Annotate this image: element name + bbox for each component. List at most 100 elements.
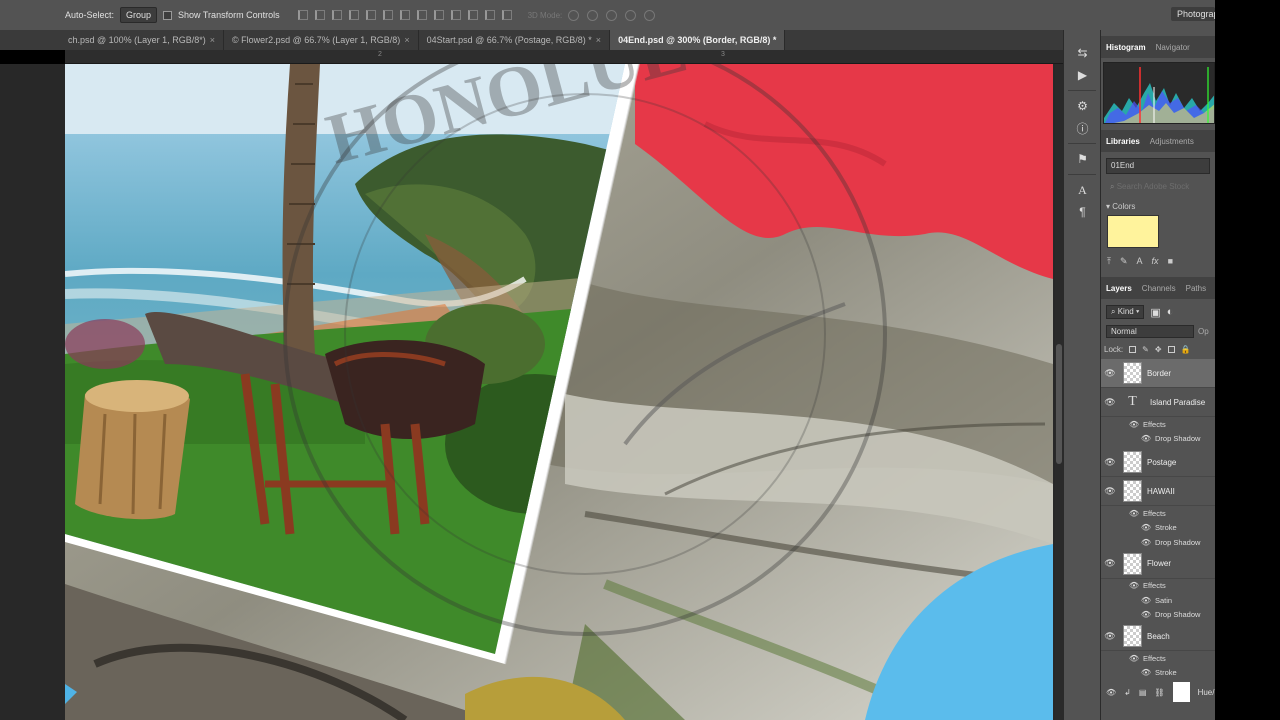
effects-row[interactable]: 👁 Effects [1101,579,1215,594]
layer-row-border[interactable]: 👁 Border [1101,359,1215,388]
tab-flower2[interactable]: © Flower2.psd @ 66.7% (Layer 1, RGB/8) × [224,30,419,50]
distribute-top-icon[interactable] [399,10,410,20]
tab-channels[interactable]: Channels [1142,284,1176,293]
paragraph-icon[interactable]: ¶ [1064,201,1101,223]
document-canvas[interactable]: HONOLULU · HAWAII [65,64,1053,720]
3d-slide-icon[interactable] [625,9,637,21]
visibility-eye-icon[interactable]: 👁 [1126,420,1139,429]
tab-04end[interactable]: 04End.psd @ 300% (Border, RGB/8) * [610,30,786,50]
visibility-eye-icon[interactable]: 👁 [1126,509,1139,518]
color-swatch[interactable] [1107,215,1159,248]
library-search-input[interactable]: ⌕ Search Adobe Stock [1106,180,1210,194]
vertical-scrollbar[interactable] [1055,64,1063,720]
text-style-icon[interactable]: A [1137,256,1143,267]
auto-align-icon[interactable] [501,10,512,20]
effects-row[interactable]: 👁 Effects [1101,417,1215,432]
add-color-icon[interactable]: ■ [1168,256,1173,267]
layer-row-hue-adjustment[interactable]: 👁 ↲ ▤ ⛓ Hue/ [1101,680,1215,704]
layer-row-flower[interactable]: 👁 Flower [1101,550,1215,579]
close-tab-icon[interactable]: × [596,35,601,45]
effect-item[interactable]: 👁 Drop Shadow [1101,535,1215,550]
effect-item[interactable]: 👁 Stroke [1101,666,1215,681]
layer-row-postage[interactable]: 👁 Postage [1101,448,1215,477]
visibility-eye-icon[interactable]: 👁 [1101,558,1119,569]
layer-row-hawaii[interactable]: 👁 HAWAII [1101,477,1215,506]
effect-item[interactable]: 👁 Satin [1101,593,1215,608]
add-content-icon[interactable]: ✎ [1120,256,1128,267]
tab-libraries[interactable]: Libraries [1106,137,1140,146]
tab-adjustments[interactable]: Adjustments [1150,137,1194,146]
distribute-vcenter-icon[interactable] [416,10,427,20]
character-icon[interactable]: A [1064,179,1101,201]
close-tab-icon[interactable]: × [404,35,409,45]
auto-select-dropdown[interactable]: Group [120,7,158,23]
3d-rotate-icon[interactable] [568,9,580,21]
visibility-eye-icon[interactable]: 👁 [1101,368,1119,379]
lock-transparent-icon[interactable] [1129,345,1137,353]
properties-icon[interactable]: ⚙ [1064,95,1101,117]
visibility-eye-icon[interactable]: 👁 [1138,610,1151,619]
effect-item[interactable]: 👁 Drop Shadow [1101,432,1215,447]
visibility-eye-icon[interactable]: 👁 [1101,486,1119,497]
canvas-area[interactable]: HONOLULU · HAWAII [0,64,1063,720]
distribute-right-icon[interactable] [484,10,495,20]
effects-row[interactable]: 👁 Effects [1101,506,1215,521]
visibility-eye-icon[interactable]: 👁 [1126,581,1139,590]
visibility-eye-icon[interactable]: 👁 [1101,631,1119,642]
visibility-eye-icon[interactable]: 👁 [1138,596,1151,605]
visibility-eye-icon[interactable]: 👁 [1101,397,1119,408]
scrollbar-thumb[interactable] [1056,344,1062,464]
layer-row-beach[interactable]: 👁 Beach [1101,622,1215,651]
visibility-eye-icon[interactable]: 👁 [1138,523,1151,532]
lock-all-icon[interactable]: 🔒 [1181,345,1191,354]
tab-layers[interactable]: Layers [1106,284,1132,293]
effect-item[interactable]: 👁 Stroke [1101,521,1215,536]
3d-scale-icon[interactable] [644,9,656,21]
history-icon[interactable]: ⇆ [1064,42,1101,64]
visibility-eye-icon[interactable]: 👁 [1138,668,1151,677]
align-bottom-icon[interactable] [331,10,342,20]
visibility-eye-icon[interactable]: 👁 [1101,457,1119,468]
lock-image-icon[interactable]: ✎ [1142,345,1149,354]
filter-pixel-icon[interactable]: ▣ [1150,306,1160,319]
info-icon[interactable]: ⓘ [1064,117,1101,139]
effects-row[interactable]: 👁 Effects [1101,651,1215,666]
blend-mode-label: Normal [1111,326,1137,336]
ruler-mark: 2 [378,51,382,58]
effect-item[interactable]: 👁 Drop Shadow [1101,608,1215,623]
3d-pan-icon[interactable] [606,9,618,21]
library-dropdown[interactable]: 01End [1106,158,1210,174]
tab-04start[interactable]: 04Start.psd @ 66.7% (Postage, RGB/8) * × [419,30,611,50]
align-left-icon[interactable] [348,10,359,20]
blend-mode-dropdown[interactable]: Normal [1106,324,1194,338]
align-hcenter-icon[interactable] [365,10,376,20]
layer-row-island-paradise[interactable]: 👁 T Island Paradise [1101,388,1215,417]
colors-section-header[interactable]: ▾ Colors [1106,202,1210,211]
workspace-dropdown[interactable]: Photograph [1171,7,1215,21]
align-right-icon[interactable] [382,10,393,20]
lock-artboard-icon[interactable] [1167,345,1175,353]
distribute-left-icon[interactable] [450,10,461,20]
layer-style-icon[interactable]: fx [1152,256,1159,267]
show-transform-checkbox[interactable] [163,10,173,20]
actions-play-icon[interactable]: ▶ [1064,64,1101,86]
tab-histogram[interactable]: Histogram [1106,43,1146,52]
align-vcenter-icon[interactable] [314,10,325,20]
distribute-hcenter-icon[interactable] [467,10,478,20]
3d-roll-icon[interactable] [587,9,599,21]
tab-navigator[interactable]: Navigator [1156,43,1190,52]
layer-filter-dropdown[interactable]: ⌕ Kind ▾ [1106,305,1145,319]
visibility-eye-icon[interactable]: 👁 [1126,654,1139,663]
distribute-bottom-icon[interactable] [433,10,444,20]
visibility-eye-icon[interactable]: 👁 [1138,538,1151,547]
lock-position-icon[interactable]: ✥ [1155,345,1162,354]
visibility-eye-icon[interactable]: 👁 [1138,434,1151,443]
tab-beach-doc[interactable]: ch.psd @ 100% (Layer 1, RGB/8*) × [60,30,224,50]
tool-presets-icon[interactable]: ⚑ [1064,148,1101,170]
visibility-eye-icon[interactable]: 👁 [1106,688,1116,697]
align-top-icon[interactable] [297,10,308,20]
close-tab-icon[interactable]: × [210,35,215,45]
tab-paths[interactable]: Paths [1186,284,1206,293]
upload-icon[interactable]: ⤒ [1107,256,1111,267]
filter-adjustment-icon[interactable]: ◐ [1167,306,1174,318]
